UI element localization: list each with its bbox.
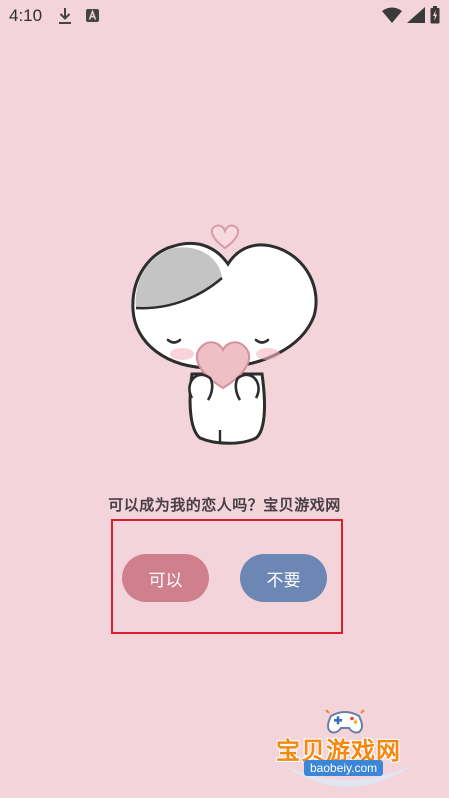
app-a-icon — [86, 9, 99, 22]
heart-mascot-illustration — [131, 224, 318, 445]
status-time: 4:10 — [9, 6, 43, 25]
watermark-url: baobeiy.com — [304, 760, 384, 776]
yes-button[interactable]: 可以 — [122, 554, 209, 602]
battery-icon — [430, 6, 440, 24]
signal-icon — [407, 7, 425, 23]
question-text: 可以成为我的恋人吗？宝贝游戏网 — [108, 496, 341, 514]
status-bar: 4:10 — [0, 0, 449, 32]
download-icon — [59, 8, 71, 24]
watermark-logo: 宝贝游戏网 baobeiy.com — [268, 700, 428, 796]
floating-heart-icon — [210, 224, 240, 250]
wifi-icon — [382, 7, 402, 23]
no-button[interactable]: 不要 — [240, 554, 327, 602]
